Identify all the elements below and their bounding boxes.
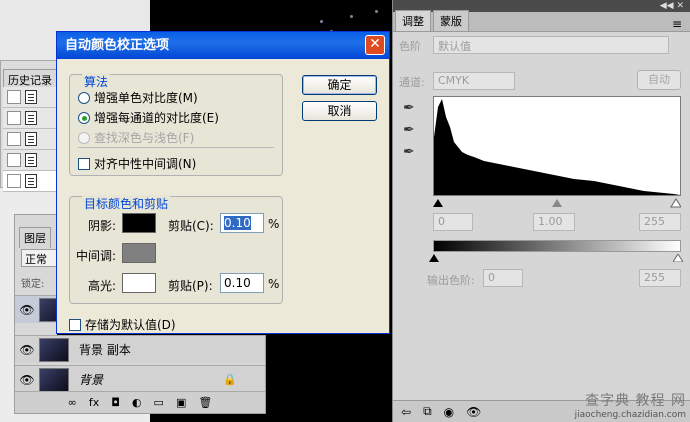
snap-neutral-checkbox[interactable]: 对齐中性中间调(N) <box>78 155 196 172</box>
layer-row[interactable]: 👁 背景 🔒 <box>15 365 265 393</box>
shadows-label: 阴影: <box>88 219 117 233</box>
output-gradient <box>433 240 681 252</box>
output-low-field[interactable]: 0 <box>483 269 523 287</box>
clip-shadows-label: 剪贴(C): <box>168 219 214 233</box>
snapshot-checkbox[interactable] <box>7 111 21 125</box>
snapshot-checkbox[interactable] <box>7 90 21 104</box>
new-layer-icon[interactable]: ▣ <box>176 396 186 409</box>
back-arrow-icon[interactable]: ⇦ <box>401 405 411 419</box>
divider <box>78 147 274 148</box>
cancel-button[interactable]: 取消 <box>302 101 377 121</box>
input-low-field[interactable]: 0 <box>433 213 473 231</box>
radio-dot[interactable] <box>78 111 90 124</box>
close-icon[interactable]: ✕ <box>365 35 385 55</box>
document-icon <box>25 90 37 104</box>
snapshot-checkbox[interactable] <box>7 132 21 146</box>
history-row[interactable] <box>3 87 61 108</box>
checkbox-box[interactable] <box>69 318 81 331</box>
history-row[interactable] <box>3 129 61 150</box>
lock-label: 锁定: <box>21 279 45 290</box>
midtones-swatch[interactable] <box>122 243 156 263</box>
link-icon[interactable]: ∞ <box>68 396 77 409</box>
highlights-label: 高光: <box>88 279 117 293</box>
algorithm-group: 算法 增强单色对比度(M) 增强每通道的对比度(E) 查找深色与浅色(F) 对齐… <box>69 73 283 176</box>
preset-label: 色阶 <box>399 40 421 53</box>
output-white-slider[interactable] <box>672 252 684 265</box>
layers-footer: ∞ fx ◘ ◐ ▭ ▣ 🗑 <box>15 391 265 413</box>
radio-dot[interactable] <box>78 91 90 104</box>
mask-icon[interactable]: ◘ <box>111 396 120 409</box>
auto-color-correction-dialog: 自动颜色校正选项 ✕ 算法 增强单色对比度(M) 增强每通道的对比度(E) 查找… <box>56 31 390 334</box>
eye-icon[interactable]: 👁 <box>15 303 39 317</box>
clip-highlights-input[interactable]: 0.10 <box>220 273 264 293</box>
visibility-icon[interactable]: ◉ <box>444 405 454 419</box>
eye-icon[interactable]: 👁 <box>15 343 39 357</box>
radio-find-dark-light: 查找深色与浅色(F) <box>78 129 194 146</box>
clip-to-layer-icon[interactable]: ⧉ <box>423 404 432 419</box>
histogram <box>433 96 681 196</box>
input-mid-field[interactable]: 1.00 <box>533 213 575 231</box>
clip-shadows-input[interactable]: 0.10 <box>220 213 264 233</box>
radio-enhance-per-channel[interactable]: 增强每通道的对比度(E) <box>78 109 219 126</box>
output-black-slider[interactable] <box>429 252 439 265</box>
output-high-field[interactable]: 255 <box>639 269 681 287</box>
layer-name: 背景 <box>79 373 104 387</box>
channel-label: 通道: <box>399 76 425 89</box>
lock-icon: 🔒 <box>223 373 237 386</box>
black-eyedropper-icon[interactable]: ✒ <box>403 100 415 116</box>
save-as-default-checkbox[interactable]: 存储为默认值(D) <box>69 316 176 333</box>
output-levels-label: 输出色阶: <box>427 274 475 287</box>
history-panel: 历史记录 <box>0 60 62 192</box>
layer-name: 背景 副本 <box>79 343 131 357</box>
input-high-field[interactable]: 255 <box>639 213 681 231</box>
fx-icon[interactable]: fx <box>89 396 99 409</box>
watermark: 查字典 教程 网 jiaocheng.chazidian.com <box>574 393 686 420</box>
target-colors-legend: 目标颜色和剪贴 <box>82 195 171 212</box>
dialog-title: 自动颜色校正选项 <box>65 38 170 53</box>
document-icon <box>25 132 37 146</box>
midtones-label: 中间调: <box>76 249 117 263</box>
adjustment-icon[interactable]: ◐ <box>132 396 142 409</box>
algorithm-legend: 算法 <box>82 73 111 90</box>
tab-history[interactable]: 历史记录 <box>3 69 57 87</box>
input-levels-slider[interactable] <box>433 198 682 208</box>
document-icon <box>25 111 37 125</box>
layer-thumbnail <box>39 337 69 362</box>
tab-layers[interactable]: 图层 <box>19 227 51 248</box>
trash-icon[interactable]: 🗑 <box>198 396 212 409</box>
eye-icon[interactable]: 👁 <box>15 373 39 387</box>
auto-button[interactable]: 自动 <box>637 70 681 90</box>
document-icon <box>25 174 37 188</box>
clip-highlights-label: 剪贴(P): <box>168 279 213 293</box>
target-colors-group: 目标颜色和剪贴 阴影: 剪贴(C): 0.10 % 中间调: 高光: 剪贴(P)… <box>69 195 283 304</box>
folder-icon[interactable]: ▭ <box>154 396 164 409</box>
snapshot-checkbox[interactable] <box>7 153 21 167</box>
layer-thumbnail <box>39 367 69 392</box>
percent-label: % <box>268 277 280 291</box>
shadows-swatch[interactable] <box>122 213 156 233</box>
checkbox-box[interactable] <box>78 157 90 170</box>
channel-select[interactable]: CMYK <box>433 72 515 90</box>
tab-masks[interactable]: 蒙版 <box>433 10 469 31</box>
gray-eyedropper-icon[interactable]: ✒ <box>403 122 415 138</box>
history-row[interactable] <box>3 108 61 129</box>
layer-row[interactable]: 👁 背景 副本 <box>15 335 265 363</box>
ok-button[interactable]: 确定 <box>302 75 377 95</box>
radio-enhance-monochromatic[interactable]: 增强单色对比度(M) <box>78 89 198 106</box>
highlights-swatch[interactable] <box>122 273 156 293</box>
tab-adjustments[interactable]: 调整 <box>395 10 431 31</box>
radio-dot <box>78 131 90 144</box>
snapshot-checkbox[interactable] <box>7 174 21 188</box>
white-eyedropper-icon[interactable]: ✒ <box>403 144 415 160</box>
history-row[interactable] <box>3 171 61 192</box>
view-previous-icon[interactable]: 👁 <box>466 405 481 419</box>
preset-select[interactable]: 默认值 <box>433 36 669 54</box>
dialog-titlebar: 自动颜色校正选项 ✕ <box>57 32 389 59</box>
history-row[interactable] <box>3 150 61 171</box>
panel-menu-icon[interactable]: ≡ <box>672 17 682 31</box>
document-icon <box>25 153 37 167</box>
adjustments-panel: ◀◀ ✕ 调整 蒙版 ≡ 色阶 默认值 通道: CMYK 自动 ✒ ✒ ✒ 0 … <box>392 0 690 422</box>
percent-label: % <box>268 217 280 231</box>
